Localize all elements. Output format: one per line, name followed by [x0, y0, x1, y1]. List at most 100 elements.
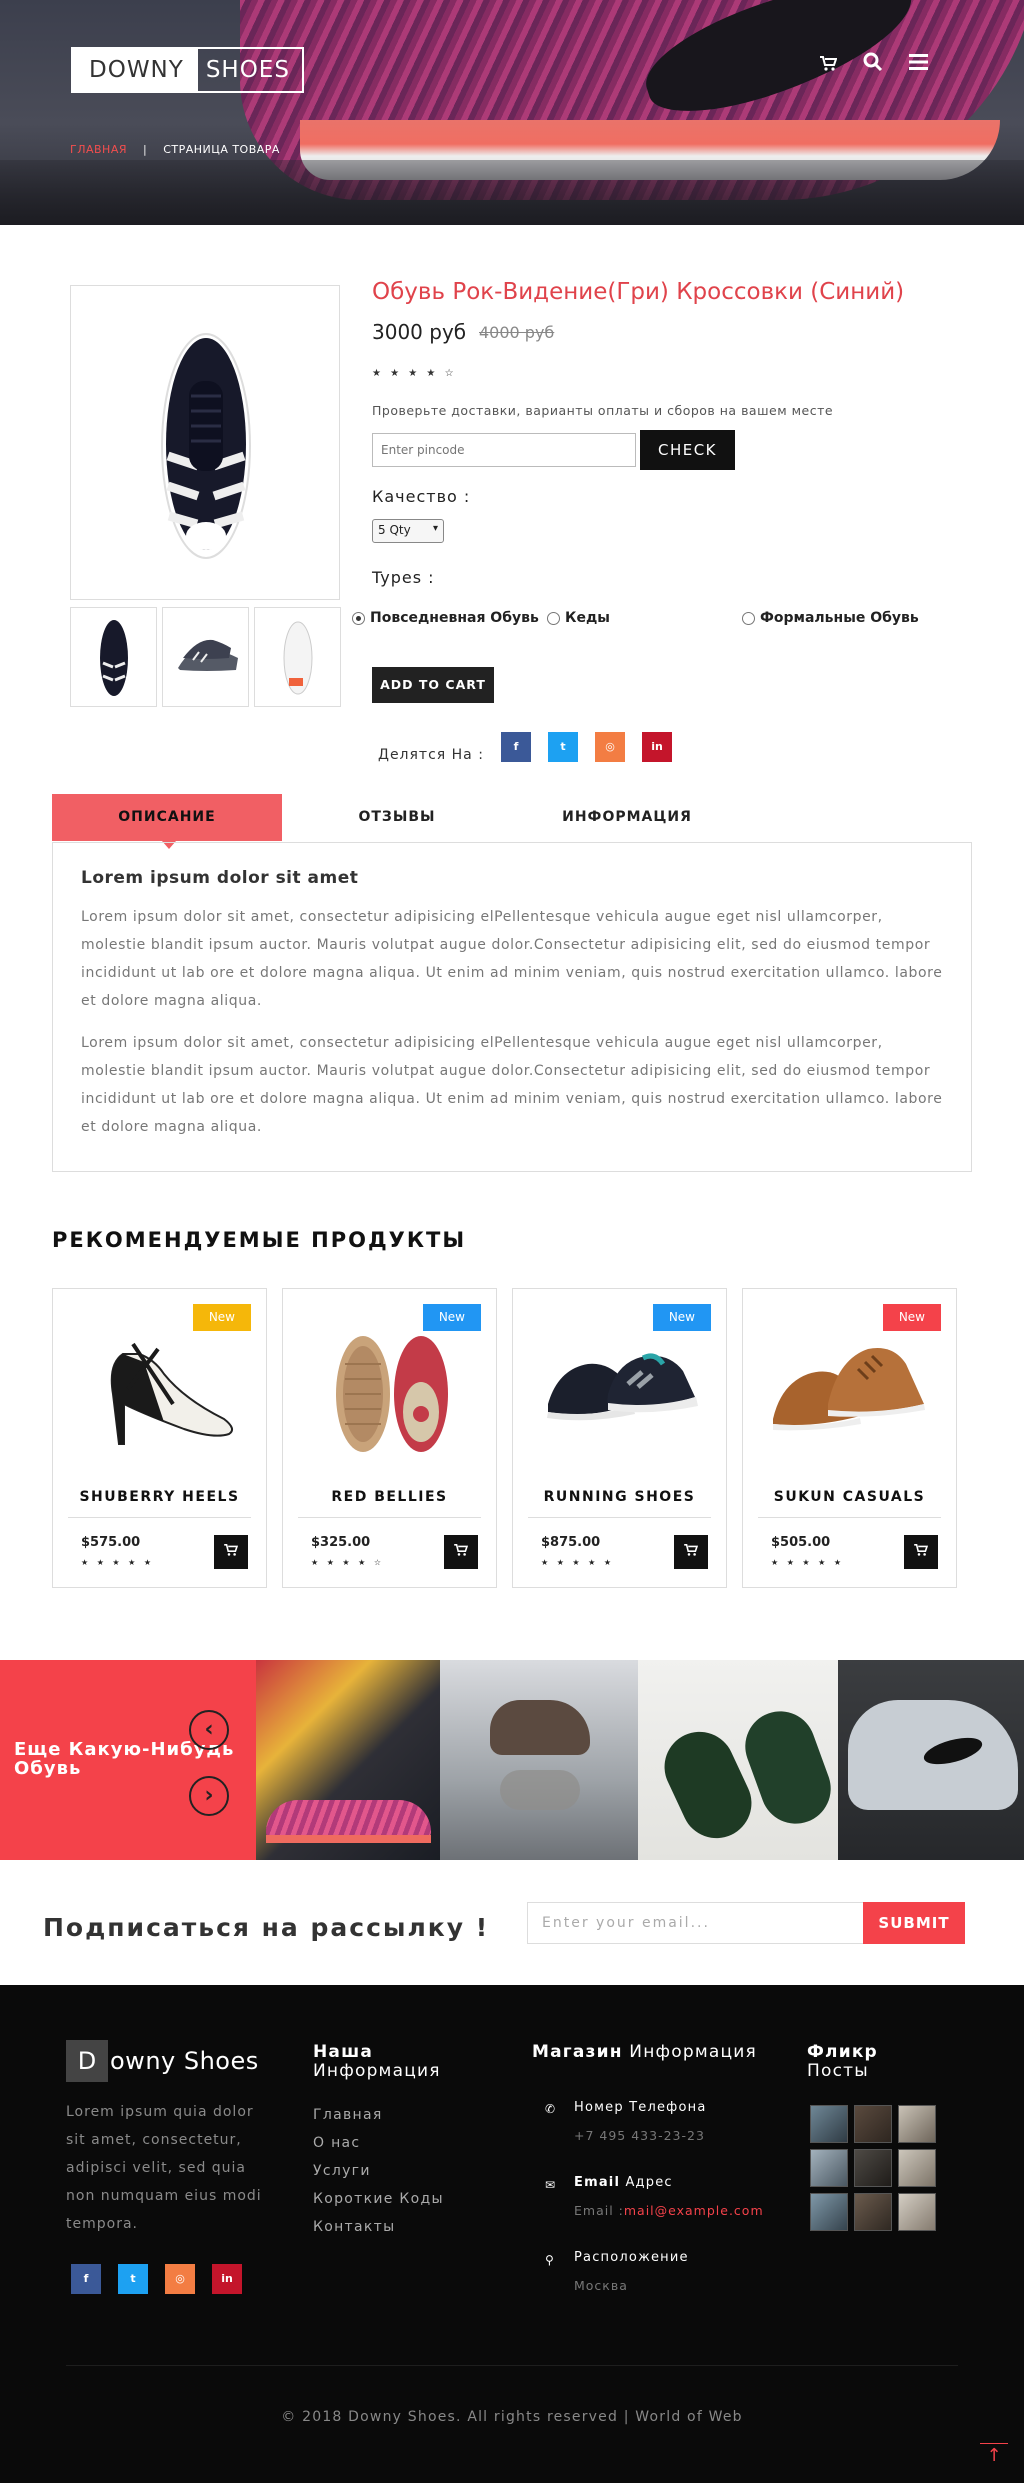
email-link[interactable]: mail@example.com [624, 2203, 764, 2218]
footer-store-heading-bold: Магазин [532, 2042, 623, 2062]
radio-selected-icon [352, 611, 365, 625]
type-option-label: Кеды [565, 610, 610, 626]
check-button[interactable]: CHECK [640, 430, 735, 470]
flickr-photo[interactable] [810, 2149, 848, 2187]
phone-value: +7 495 433-23-23 [574, 2128, 705, 2143]
type-option-casual[interactable]: Повседневная Обувь [352, 610, 539, 626]
search-icon[interactable] [863, 52, 883, 77]
banner-photo-1 [256, 1660, 440, 1860]
product-card[interactable]: New SUKUN CASUALS $505.00 ★ ★ ★ ★ ★ [742, 1288, 957, 1588]
footer-linkedin-icon[interactable]: in [212, 2264, 242, 2294]
footer-info-heading-bold: Наша [313, 2042, 374, 2062]
site-logo[interactable]: DOWNY SHOES [71, 47, 304, 93]
thumbnail-2[interactable] [162, 607, 249, 707]
add-to-cart-icon[interactable] [674, 1535, 708, 1569]
prev-arrow-icon[interactable]: ‹ [189, 1710, 229, 1750]
flickr-photo[interactable] [898, 2105, 936, 2143]
flickr-photo[interactable] [898, 2149, 936, 2187]
flickr-photo[interactable] [898, 2193, 936, 2231]
product-main-image [70, 285, 340, 600]
newsletter-email-input[interactable]: Enter your email... [527, 1902, 864, 1944]
flickr-photo[interactable] [810, 2105, 848, 2143]
product-name[interactable]: SHUBERRY HEELS [53, 1489, 266, 1505]
footer-logo-letter: D [66, 2040, 108, 2082]
flickr-grid [810, 2105, 936, 2231]
add-to-cart-icon[interactable] [904, 1535, 938, 1569]
flickr-photo[interactable] [854, 2149, 892, 2187]
type-option-sneakers[interactable]: Кеды [547, 610, 610, 626]
divider [528, 1517, 711, 1518]
email-label-rest: Адрес [625, 2175, 673, 2190]
next-arrow-icon[interactable]: › [189, 1776, 229, 1816]
product-rating: ★ ★ ★ ★ ☆ [311, 1558, 385, 1567]
add-to-cart-button[interactable]: ADD TO CART [372, 667, 494, 703]
newsletter-submit-button[interactable]: SUBMIT [863, 1902, 965, 1944]
footer-instagram-icon[interactable]: ◎ [165, 2264, 195, 2294]
footer-link-home[interactable]: Главная [313, 2107, 444, 2124]
banner-photo-4 [838, 1660, 1024, 1860]
product-old-price: 4000 руб [479, 323, 555, 342]
type-option-label: Повседневная Обувь [370, 610, 539, 626]
add-to-cart-icon[interactable] [444, 1535, 478, 1569]
footer-link-shortcodes[interactable]: Короткие Коды [313, 2191, 444, 2208]
breadcrumb-current: СТРАНИЦА ТОВАРА [163, 143, 280, 156]
type-option-formal[interactable]: Формальные Обувь [742, 610, 919, 626]
quantity-select[interactable]: 5 Qty ▾ [372, 519, 444, 543]
footer-link-services[interactable]: Услуги [313, 2163, 444, 2180]
banner-photo-2 [440, 1660, 638, 1860]
footer-store-heading-rest: Информация [629, 2042, 757, 2062]
facebook-icon[interactable]: f [501, 732, 531, 762]
product-name[interactable]: SUKUN CASUALS [743, 1489, 956, 1505]
product-card[interactable]: New RUNNING SHOES $875.00 ★ ★ ★ ★ ★ [512, 1288, 727, 1588]
product-name[interactable]: RUNNING SHOES [513, 1489, 726, 1505]
radio-icon [547, 611, 560, 625]
delivery-check-text: Проверьте доставки, варианты оплаты и сб… [372, 403, 834, 418]
flickr-photo[interactable] [854, 2105, 892, 2143]
product-name[interactable]: RED BELLIES [283, 1489, 496, 1505]
radio-icon [742, 611, 755, 625]
footer-divider [66, 2365, 958, 2366]
footer-logo[interactable]: D owny Shoes [66, 2040, 259, 2082]
thumbnail-3[interactable] [254, 607, 341, 707]
phone-icon: ✆ [545, 2102, 556, 2116]
instagram-icon[interactable]: ◎ [595, 732, 625, 762]
breadcrumb: ГЛАВНАЯ | СТРАНИЦА ТОВАРА [70, 143, 280, 156]
newsletter-title: Подписаться на рассылку ! [43, 1913, 490, 1942]
recommended-title: РЕКОМЕНДУЕМЫЕ ПРОДУКТЫ [52, 1228, 467, 1252]
product-price: $505.00 [771, 1535, 831, 1550]
product-price: $325.00 [311, 1535, 371, 1550]
product-rating: ★ ★ ★ ★ ★ [541, 1558, 615, 1567]
quantity-selected: 5 Qty [378, 523, 411, 537]
footer-twitter-icon[interactable]: t [118, 2264, 148, 2294]
twitter-icon[interactable]: t [548, 732, 578, 762]
breadcrumb-separator: | [143, 143, 148, 156]
product-card[interactable]: New RED BELLIES $325.00 ★ ★ ★ ★ ☆ [282, 1288, 497, 1588]
product-image [110, 1342, 234, 1445]
tab-reviews[interactable]: ОТЗЫВЫ [282, 794, 512, 841]
tab-description[interactable]: ОПИСАНИЕ [52, 794, 282, 849]
product-image [336, 1336, 448, 1452]
footer-about-text: Lorem ipsum quia dolor sit amet, consect… [66, 2104, 262, 2232]
types-label: Types : [372, 568, 435, 587]
location-icon: ⚲ [545, 2253, 554, 2267]
description-heading: Lorem ipsum dolor sit amet [81, 868, 359, 888]
flickr-photo[interactable] [854, 2193, 892, 2231]
add-to-cart-icon[interactable] [214, 1535, 248, 1569]
location-label: Расположение [574, 2250, 689, 2265]
footer-link-contacts[interactable]: Контакты [313, 2219, 444, 2236]
footer-facebook-icon[interactable]: f [71, 2264, 101, 2294]
flickr-photo[interactable] [810, 2193, 848, 2231]
footer-info-heading-rest: Информация [313, 2061, 441, 2081]
back-to-top-icon[interactable]: ↑ [980, 2443, 1008, 2471]
pincode-input[interactable] [372, 433, 636, 467]
phone-label: Номер Телефона [574, 2100, 707, 2115]
tab-information[interactable]: ИНФОРМАЦИЯ [512, 794, 742, 841]
linkedin-icon[interactable]: in [642, 732, 672, 762]
product-card[interactable]: New SHUBERRY HEELS $575.00 ★ ★ ★ ★ ★ [52, 1288, 267, 1588]
breadcrumb-home[interactable]: ГЛАВНАЯ [70, 143, 127, 156]
menu-icon[interactable] [909, 52, 928, 77]
cart-icon[interactable] [820, 56, 838, 77]
divider [68, 1517, 251, 1518]
footer-link-about[interactable]: О нас [313, 2135, 444, 2152]
thumbnail-1[interactable] [70, 607, 157, 707]
